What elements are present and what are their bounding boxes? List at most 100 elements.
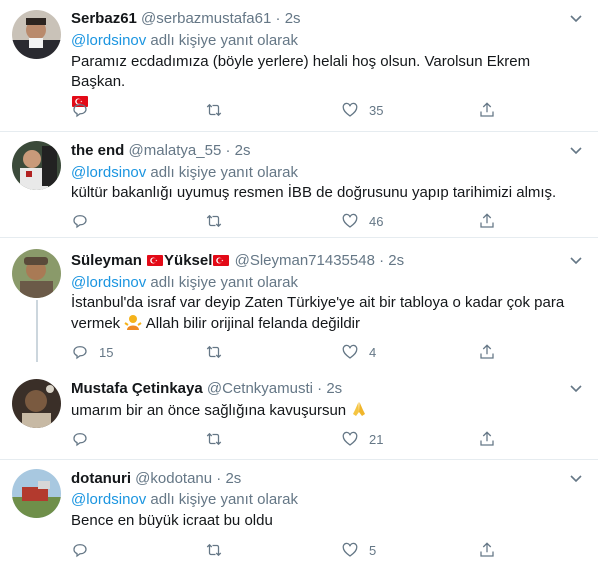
heart-icon xyxy=(342,542,358,557)
tweet-text: Bence en büyük icraat bu oldu xyxy=(71,512,273,529)
share-button[interactable] xyxy=(478,429,496,449)
retweet-icon xyxy=(206,214,222,228)
retweet-icon xyxy=(206,543,222,557)
reply-icon xyxy=(73,433,87,447)
retweet-button[interactable] xyxy=(205,540,233,560)
tweet-header: dotanuri @kodotanu · 2s xyxy=(71,469,241,489)
tweet-text-body: Paramız ecdadımıza (böyle yerlere) helal… xyxy=(71,53,531,90)
user-handle[interactable]: @malatya_55 xyxy=(129,142,222,159)
mention-link[interactable]: @lordsinov xyxy=(71,491,146,508)
display-name-part2: Yüksel xyxy=(164,252,213,269)
display-name[interactable]: dotanuri xyxy=(71,470,131,487)
tweet[interactable]: Mustafa Çetinkaya @Cetnkyamusti · 2s uma… xyxy=(0,370,598,460)
like-button[interactable]: 35 xyxy=(341,100,383,120)
heart-icon xyxy=(342,431,358,446)
reply-button[interactable] xyxy=(71,429,99,449)
user-handle[interactable]: @Cetnkyamusti xyxy=(207,380,313,397)
share-icon xyxy=(480,344,494,359)
like-button[interactable]: 46 xyxy=(341,211,383,231)
display-name[interactable]: Serbaz61 xyxy=(71,10,137,27)
separator-dot: · xyxy=(317,380,323,397)
tweet-actions: 21 xyxy=(0,429,598,449)
reply-button[interactable] xyxy=(71,540,99,560)
avatar[interactable] xyxy=(12,469,61,518)
share-button[interactable] xyxy=(478,100,496,120)
reply-icon xyxy=(73,104,87,118)
reply-button[interactable] xyxy=(71,211,99,231)
reply-count: 15 xyxy=(99,344,114,360)
chevron-down-icon[interactable] xyxy=(569,11,583,25)
tweet[interactable]: dotanuri @kodotanu · 2s @lordsinov adlı … xyxy=(0,460,598,566)
tweet-header: Mustafa Çetinkaya @Cetnkyamusti · 2s xyxy=(71,379,342,399)
like-button[interactable]: 21 xyxy=(341,429,383,449)
mention-link[interactable]: @lordsinov xyxy=(71,274,146,291)
timestamp[interactable]: 2s xyxy=(285,10,301,27)
heart-icon xyxy=(342,102,358,117)
chevron-down-icon[interactable] xyxy=(569,143,583,157)
retweet-button[interactable] xyxy=(205,100,233,120)
share-icon xyxy=(480,213,494,228)
heart-icon xyxy=(342,213,358,228)
avatar[interactable] xyxy=(12,10,61,59)
like-count: 46 xyxy=(369,213,384,229)
display-name[interactable]: Süleyman Yüksel xyxy=(71,252,230,269)
reply-button[interactable] xyxy=(71,100,99,120)
retweet-button[interactable] xyxy=(205,429,233,449)
separator-dot: · xyxy=(216,470,222,487)
reply-icon xyxy=(73,544,87,558)
tweet[interactable]: Süleyman Yüksel @Sleyman71435548 · 2s @l… xyxy=(0,238,598,370)
like-button[interactable]: 5 xyxy=(341,540,376,560)
user-handle[interactable]: @kodotanu xyxy=(135,470,212,487)
retweet-icon xyxy=(206,345,222,359)
share-button[interactable] xyxy=(478,211,496,231)
avatar[interactable] xyxy=(12,379,61,428)
reply-icon xyxy=(73,215,87,229)
like-count: 4 xyxy=(369,344,377,360)
tweet[interactable]: the end @malatya_55 · 2s @lordsinov adlı… xyxy=(0,132,598,238)
like-count: 21 xyxy=(369,431,384,447)
separator-dot: · xyxy=(379,252,385,269)
tweet-header: Serbaz61 @serbazmustafa61 · 2s xyxy=(71,9,301,29)
display-name[interactable]: Mustafa Çetinkaya xyxy=(71,380,203,397)
chevron-down-icon[interactable] xyxy=(569,253,583,267)
mention-link[interactable]: @lordsinov xyxy=(71,32,146,49)
person-shrugging-icon xyxy=(124,315,142,330)
like-button[interactable]: 4 xyxy=(341,342,376,362)
reply-context: @lordsinov adlı kişiye yanıt olarak xyxy=(71,490,298,510)
chevron-down-icon[interactable] xyxy=(569,381,583,395)
share-button[interactable] xyxy=(478,342,496,362)
timestamp[interactable]: 2s xyxy=(326,380,342,397)
tweet-actions: 35 xyxy=(0,100,598,120)
tweet-header: the end @malatya_55 · 2s xyxy=(71,141,250,161)
reply-context-text: adlı kişiye yanıt olarak xyxy=(146,491,299,508)
avatar[interactable] xyxy=(12,249,61,298)
tweet-text: kültür bakanlığı uyumuş resmen İBB de do… xyxy=(71,184,557,201)
reply-button[interactable]: 15 xyxy=(71,342,113,362)
timestamp[interactable]: 2s xyxy=(235,142,251,159)
folded-hands-icon xyxy=(353,402,366,416)
reply-context: @lordsinov adlı kişiye yanıt olarak xyxy=(71,163,298,183)
tweet-actions: 15 4 xyxy=(0,342,598,362)
turkish-flag-icon xyxy=(213,255,230,266)
tweet-text-line: İstanbul'da israf var deyip Zaten Türkiy… xyxy=(71,294,565,311)
timestamp[interactable]: 2s xyxy=(225,470,241,487)
share-button[interactable] xyxy=(478,540,496,560)
tweet-header: Süleyman Yüksel @Sleyman71435548 · 2s xyxy=(71,251,404,271)
tweet[interactable]: Serbaz61 @serbazmustafa61 · 2s @lordsino… xyxy=(0,0,598,132)
reply-context: @lordsinov adlı kişiye yanıt olarak xyxy=(71,273,298,293)
chevron-down-icon[interactable] xyxy=(569,471,583,485)
reply-context: @lordsinov adlı kişiye yanıt olarak xyxy=(71,31,298,51)
mention-link[interactable]: @lordsinov xyxy=(71,164,146,181)
tweet-text-line: Allah bilir orijinal felanda değildir xyxy=(145,315,360,332)
retweet-button[interactable] xyxy=(205,211,233,231)
turkish-flag-icon xyxy=(147,255,164,266)
timestamp[interactable]: 2s xyxy=(388,252,404,269)
display-name[interactable]: the end xyxy=(71,142,124,159)
reply-context-text: adlı kişiye yanıt olarak xyxy=(146,32,299,49)
reply-icon xyxy=(73,346,87,360)
avatar[interactable] xyxy=(12,141,61,190)
user-handle[interactable]: @Sleyman71435548 xyxy=(235,252,375,269)
retweet-button[interactable] xyxy=(205,342,233,362)
user-handle[interactable]: @serbazmustafa61 xyxy=(141,10,271,27)
tweet-actions: 46 xyxy=(0,211,598,231)
